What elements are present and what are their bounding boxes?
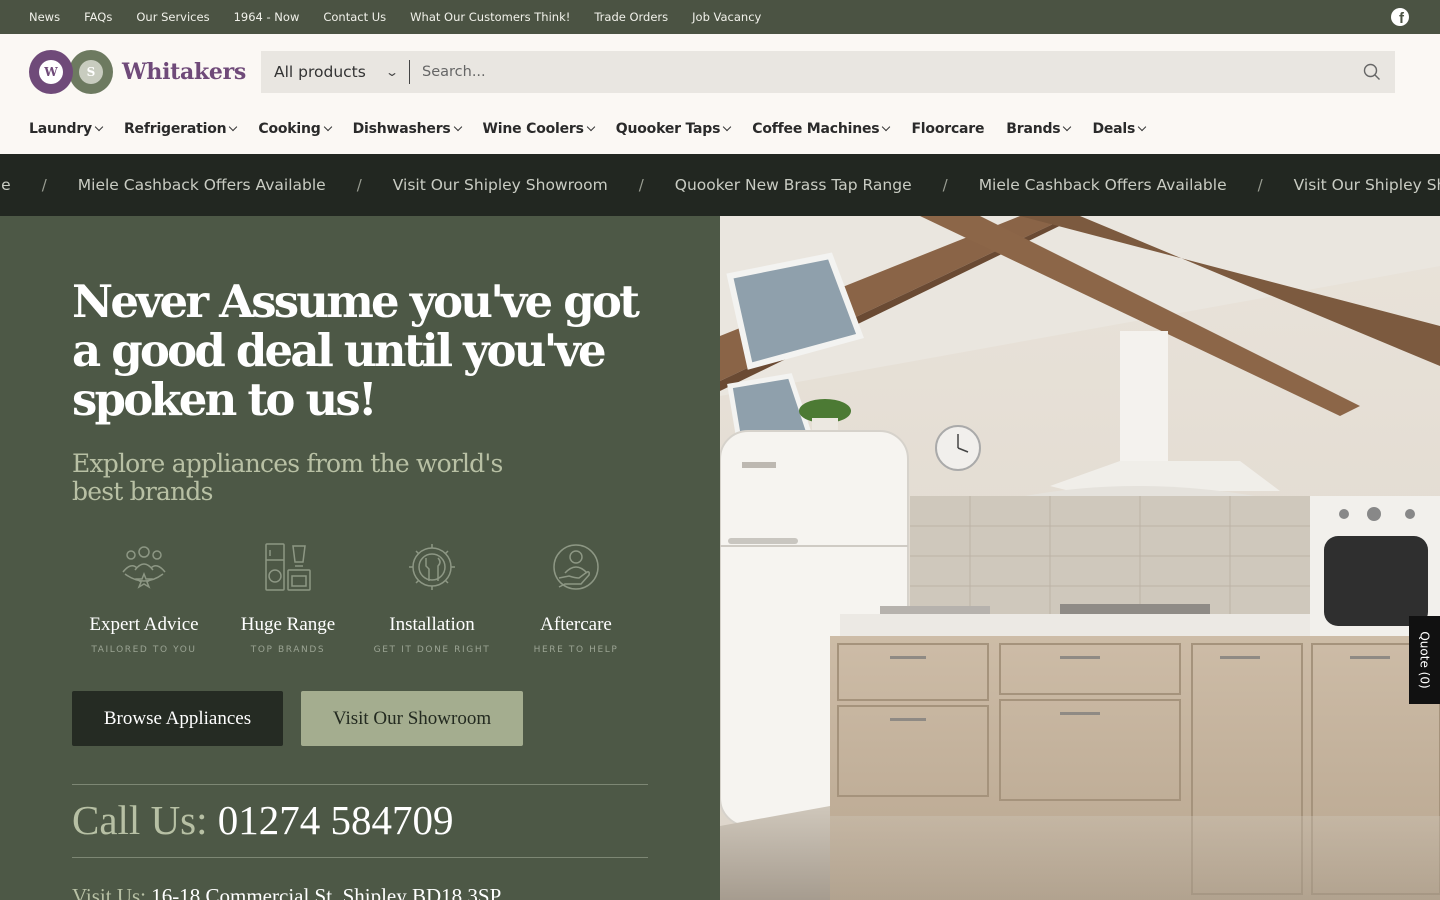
quote-tab[interactable]: Quote (0) (1409, 616, 1440, 704)
chevron-down-icon: ⌄ (384, 65, 400, 79)
feature-expert-advice: Expert Advice TAILORED TO YOU (72, 540, 216, 655)
feature-subtitle: GET IT DONE RIGHT (373, 645, 491, 655)
logo-mark-s: S (69, 50, 113, 94)
chevron-down-icon (323, 122, 332, 132)
facebook-icon[interactable]: f (1391, 8, 1409, 26)
call-label: Call Us: (72, 797, 208, 843)
divider (72, 784, 648, 785)
nav-item-wine-coolers[interactable]: Wine Coolers (482, 121, 596, 137)
hero-subtitle: Explore appliances from the world's best… (72, 449, 503, 506)
feature-subtitle: HERE TO HELP (533, 645, 619, 655)
chevron-down-icon (229, 122, 238, 132)
topbar-link-news[interactable]: News (29, 10, 60, 24)
marquee-separator: / (638, 176, 644, 194)
marquee-separator: / (41, 176, 47, 194)
topbar-link-faqs[interactable]: FAQs (84, 10, 112, 24)
chevron-down-icon (1137, 122, 1147, 132)
feature-list: Expert Advice TAILORED TO YOU Huge Range… (72, 540, 648, 655)
chevron-down-icon (453, 122, 462, 132)
chevron-down-icon (586, 122, 596, 132)
visit-label: Visit Us: (72, 884, 147, 900)
phone-number[interactable]: 01274 584709 (218, 797, 454, 843)
nav-item-label: Laundry (29, 121, 92, 137)
call-us: Call Us: 01274 584709 (72, 796, 454, 844)
nav-item-label: Refrigeration (123, 121, 227, 137)
feature-aftercare: Aftercare HERE TO HELP (504, 540, 648, 655)
search-bar: All products ⌄ (261, 51, 1395, 93)
nav-item-label: Dishwashers (352, 121, 451, 137)
nav-item-cooking[interactable]: Cooking (258, 121, 332, 137)
hero-kitchen-image (720, 216, 1440, 900)
marquee-message[interactable]: Miele Cashback Offers Available (979, 176, 1227, 194)
topbar-link-testimonials[interactable]: What Our Customers Think! (410, 10, 570, 24)
feature-huge-range: Huge Range TOP BRANDS (216, 540, 360, 655)
category-select[interactable]: All products ⌄ (261, 51, 409, 93)
divider (72, 857, 648, 858)
tools-gear-icon (409, 544, 455, 590)
hero-panel: Never Assume you've got a good deal unti… (0, 216, 720, 900)
topbar-link-jobs[interactable]: Job Vacancy (692, 10, 761, 24)
marquee-separator: / (1257, 176, 1263, 194)
chevron-down-icon (723, 122, 732, 132)
marquee-message[interactable]: Visit Our Shipley Showroom (393, 176, 608, 194)
nav-item-label: Deals (1092, 121, 1136, 137)
marquee-separator: / (356, 176, 362, 194)
search-icon[interactable] (1349, 51, 1395, 93)
chevron-down-icon (94, 122, 104, 132)
feature-title: Expert Advice (89, 614, 199, 635)
feature-title: Aftercare (540, 614, 612, 635)
address: 16-18 Commercial St, Shipley BD18 3SP (151, 884, 502, 900)
nav-item-label: Brands (1006, 121, 1061, 137)
team-icon (122, 546, 166, 589)
nav-item-floorcare[interactable]: Floorcare (911, 121, 984, 137)
marquee-message[interactable]: Visit Our Shipley Showro (1294, 176, 1440, 194)
nav-item-label: Quooker Taps (615, 121, 721, 137)
site-logo[interactable]: W S Whitakers (29, 50, 246, 94)
appliances-icon (265, 543, 311, 591)
nav-item-refrigeration[interactable]: Refrigeration (123, 121, 238, 137)
feature-subtitle: TAILORED TO YOU (91, 645, 197, 655)
logo-mark-w: W (29, 50, 73, 94)
visit-us: Visit Us: 16-18 Commercial St, Shipley B… (72, 884, 501, 900)
nav-item-label: Floorcare (911, 121, 985, 137)
nav-item-coffee-machines[interactable]: Coffee Machines (752, 121, 891, 137)
search-input[interactable] (410, 51, 1349, 93)
care-hand-icon (553, 544, 599, 590)
visit-showroom-button[interactable]: Visit Our Showroom (301, 691, 523, 746)
marquee-message[interactable]: Miele Cashback Offers Available (78, 176, 326, 194)
nav-item-label: Coffee Machines (752, 121, 880, 137)
browse-appliances-button[interactable]: Browse Appliances (72, 691, 283, 746)
chevron-down-icon (1063, 122, 1072, 132)
topbar-link-contact[interactable]: Contact Us (323, 10, 386, 24)
feature-subtitle: TOP BRANDS (250, 645, 326, 655)
main-navigation: Laundry Refrigeration Cooking Dishwashers Wi… (29, 121, 1167, 137)
marquee-message[interactable]: Quooker New Brass Tap Range (675, 176, 912, 194)
top-utility-bar: News FAQs Our Services 1964 - Now Contac… (0, 0, 1440, 34)
chevron-down-icon (882, 122, 891, 132)
feature-title: Huge Range (240, 614, 336, 635)
quote-tab-label: Quote (0) (1417, 631, 1432, 689)
marquee-message[interactable]: ange (0, 176, 11, 194)
nav-item-deals[interactable]: Deals (1092, 121, 1147, 137)
topbar-link-services[interactable]: Our Services (136, 10, 209, 24)
site-header: W S Whitakers All products ⌄ Laundry Refr… (0, 34, 1440, 154)
nav-item-label: Wine Coolers (482, 121, 584, 137)
nav-item-brands[interactable]: Brands (1006, 121, 1072, 137)
brand-name: Whitakers (122, 59, 246, 85)
category-select-value: All products (274, 63, 366, 81)
nav-item-quooker-taps[interactable]: Quooker Taps (615, 121, 732, 137)
marquee-separator: / (942, 176, 948, 194)
feature-installation: Installation GET IT DONE RIGHT (360, 540, 504, 655)
nav-item-dishwashers[interactable]: Dishwashers (352, 121, 462, 137)
promo-marquee: ange / Miele Cashback Offers Available / Vis… (0, 154, 1440, 216)
topbar-link-history[interactable]: 1964 - Now (234, 10, 300, 24)
topbar-link-trade[interactable]: Trade Orders (594, 10, 668, 24)
nav-item-label: Cooking (258, 121, 321, 137)
feature-title: Installation (389, 614, 475, 635)
nav-item-laundry[interactable]: Laundry (29, 121, 104, 137)
hero-title: Never Assume you've got a good deal unti… (72, 275, 640, 426)
marquee-track: ange / Miele Cashback Offers Available / Vis… (0, 154, 1440, 216)
kitchen-illustration (720, 216, 1440, 900)
